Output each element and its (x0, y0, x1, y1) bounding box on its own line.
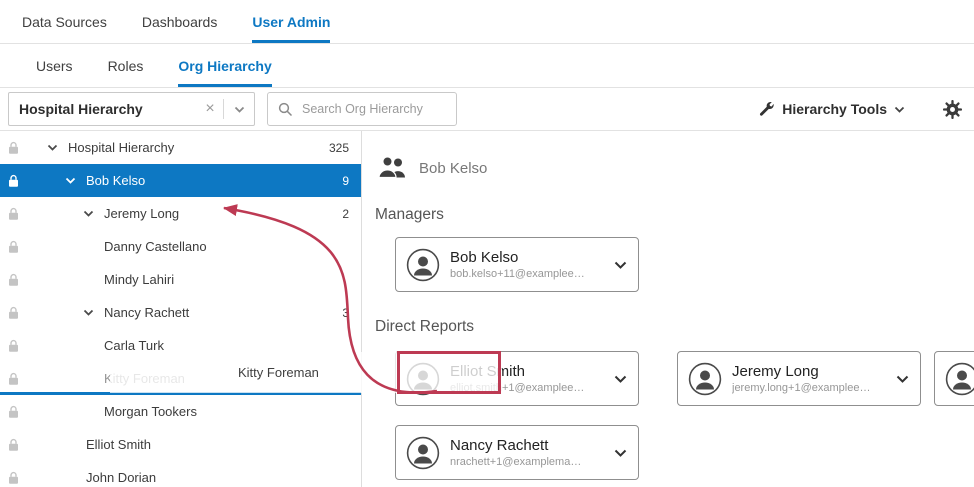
tab-user-admin[interactable]: User Admin (252, 0, 330, 43)
drop-indicator-line (0, 392, 361, 395)
lock-icon[interactable] (8, 405, 19, 418)
org-search-box (267, 92, 457, 126)
lock-icon[interactable] (8, 207, 19, 220)
user-name: Bob Kelso (450, 249, 585, 266)
lock-icon[interactable] (8, 471, 19, 484)
direct-report-card-elliot-smith[interactable]: Elliot Smith elliot.smith+1@examplee… (395, 351, 639, 406)
tree-item-label: John Dorian (86, 470, 156, 485)
detail-title: Bob Kelso (419, 160, 487, 177)
avatar-icon (406, 248, 440, 282)
tree-item-carla-turk[interactable]: Carla Turk (0, 329, 361, 362)
lock-icon[interactable] (8, 372, 19, 385)
avatar-icon (406, 436, 440, 470)
tree-item-label: Kitty Foreman (104, 371, 185, 386)
tree-item-label: Danny Castellano (104, 239, 207, 254)
gear-icon (943, 100, 962, 119)
tree-item-morgan-tookers[interactable]: Morgan Tookers (0, 395, 361, 428)
avatar-icon (688, 362, 722, 396)
tree-item-label: Morgan Tookers (104, 404, 197, 419)
tree-item-danny-castellano[interactable]: Danny Castellano (0, 230, 361, 263)
org-hierarchy-toolbar: Hospital Hierarchy × Hierarchy Tools (0, 88, 974, 131)
manager-card-bob-kelso[interactable]: Bob Kelso bob.kelso+11@examplee… (395, 237, 639, 292)
hierarchy-select[interactable]: Hospital Hierarchy × (8, 92, 255, 126)
tree-item-bob-kelso[interactable]: Bob Kelso 9 (0, 164, 361, 197)
chevron-down-icon[interactable] (80, 309, 96, 316)
lock-icon[interactable] (8, 438, 19, 451)
tree-item-john-dorian[interactable]: John Dorian (0, 461, 361, 487)
chevron-down-icon[interactable] (614, 449, 627, 457)
tree-item-label: Jeremy Long (104, 206, 179, 221)
tab-data-sources[interactable]: Data Sources (22, 0, 107, 43)
user-email: elliot.smith+1@examplee… (450, 382, 584, 394)
user-name: Jeremy Long (732, 363, 870, 380)
search-icon (278, 102, 293, 117)
lock-icon[interactable] (8, 240, 19, 253)
direct-report-card-jeremy-long[interactable]: Jeremy Long jeremy.long+1@examplee… (677, 351, 921, 406)
chevron-down-icon[interactable] (896, 375, 909, 383)
chevron-down-icon[interactable] (62, 177, 78, 184)
settings-gear-button[interactable] (943, 100, 962, 119)
tree-item-label: Bob Kelso (86, 173, 145, 188)
user-email: jeremy.long+1@examplee… (732, 382, 870, 394)
tree-item-hospital-hierarchy[interactable]: Hospital Hierarchy 325 (0, 131, 361, 164)
hierarchy-tools-button[interactable]: Hierarchy Tools (758, 101, 905, 118)
chevron-down-icon (894, 106, 905, 113)
direct-reports-heading: Direct Reports (375, 318, 474, 336)
wrench-icon (758, 101, 775, 118)
tree-item-elliot-smith[interactable]: Elliot Smith (0, 428, 361, 461)
tree-item-count: 9 (342, 174, 349, 188)
lock-icon[interactable] (8, 174, 19, 187)
tab-users[interactable]: Users (36, 44, 73, 87)
tree-item-mindy-lahiri[interactable]: Mindy Lahiri (0, 263, 361, 296)
user-admin-subnav: Users Roles Org Hierarchy (0, 44, 974, 88)
tab-org-hierarchy[interactable]: Org Hierarchy (178, 44, 271, 87)
managers-heading: Managers (375, 206, 444, 224)
tree-item-label: Nancy Rachett (104, 305, 189, 320)
lock-icon[interactable] (8, 273, 19, 286)
detail-panel: Bob Kelso Managers Bob Kelso bob.kelso+1… (362, 131, 974, 487)
tab-roles[interactable]: Roles (108, 44, 144, 87)
hierarchy-tools-label: Hierarchy Tools (782, 101, 887, 117)
chevron-down-icon[interactable] (614, 375, 627, 383)
lock-icon[interactable] (8, 141, 19, 154)
user-email: bob.kelso+11@examplee… (450, 268, 585, 280)
clear-icon[interactable]: × (197, 101, 223, 117)
tree-item-jeremy-long[interactable]: Jeremy Long 2 (0, 197, 361, 230)
tree-item-count: 2 (342, 207, 349, 221)
chevron-down-icon[interactable] (44, 144, 60, 151)
lock-icon[interactable] (8, 339, 19, 352)
search-input[interactable] (300, 101, 456, 117)
chevron-down-icon[interactable] (224, 106, 254, 113)
chevron-down-icon[interactable] (614, 261, 627, 269)
tree-item-label: Hospital Hierarchy (68, 140, 174, 155)
tree-item-label: Elliot Smith (86, 437, 151, 452)
user-email: nrachett+1@examplema… (450, 456, 581, 468)
avatar-icon (945, 362, 974, 396)
avatar-icon (406, 362, 440, 396)
tree-item-label: Mindy Lahiri (104, 272, 174, 287)
direct-report-card-nancy-rachett[interactable]: Nancy Rachett nrachett+1@examplema… (395, 425, 639, 480)
tree-item-count: 3 (342, 306, 349, 320)
org-tree: Hospital Hierarchy 325 Bob Kelso 9 Jerem… (0, 131, 362, 487)
tree-item-count: 325 (329, 141, 349, 155)
user-name: Nancy Rachett (450, 437, 581, 454)
group-icon (378, 156, 408, 184)
tree-item-kitty-foreman[interactable]: Kitty Foreman (0, 362, 361, 395)
user-name: Elliot Smith (450, 363, 584, 380)
tree-item-nancy-rachett[interactable]: Nancy Rachett 3 (0, 296, 361, 329)
lock-icon[interactable] (8, 306, 19, 319)
tree-item-label: Carla Turk (104, 338, 164, 353)
tab-dashboards[interactable]: Dashboards (142, 0, 218, 43)
hierarchy-select-value: Hospital Hierarchy (9, 101, 197, 117)
chevron-down-icon[interactable] (80, 210, 96, 217)
direct-report-card-partial[interactable] (934, 351, 974, 406)
top-nav: Data Sources Dashboards User Admin (0, 0, 974, 44)
body: Hospital Hierarchy 325 Bob Kelso 9 Jerem… (0, 131, 974, 487)
